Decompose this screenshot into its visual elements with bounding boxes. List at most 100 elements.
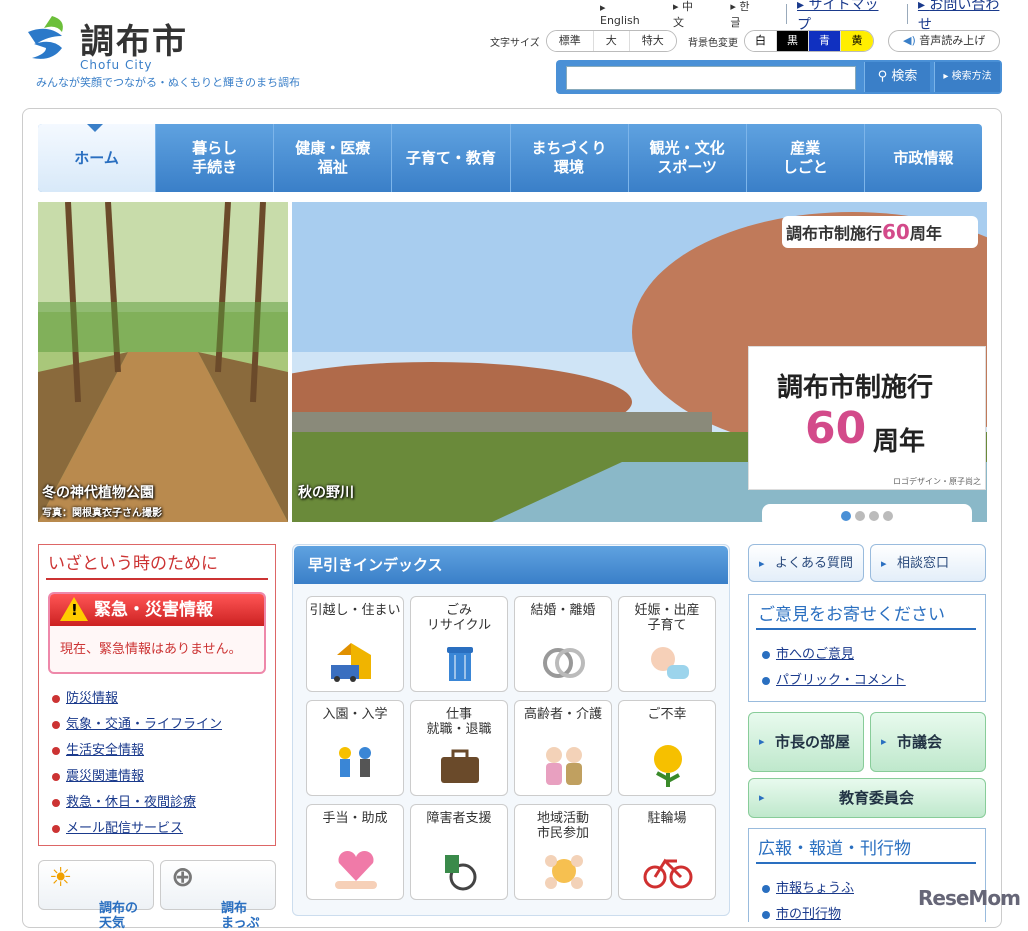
heart-hands-icon — [335, 850, 377, 889]
font-size-control: 文字サイズ 標準 大 特大 — [490, 30, 677, 52]
index-item-bicycle[interactable]: 駐輪場 — [618, 804, 716, 900]
index-item-work[interactable]: 仕事 就職・退職 — [410, 700, 508, 796]
index-item-moving[interactable]: 引越し・住まい — [306, 596, 404, 692]
anniversary-badge: 調布市制施行60周年 — [782, 216, 978, 248]
nav-industry[interactable]: 産業 しごと — [747, 124, 865, 192]
list-item[interactable]: 防災情報 — [52, 686, 222, 712]
search-input[interactable] — [566, 66, 856, 90]
contact-link[interactable]: ▸ お問い合わせ — [918, 0, 1016, 34]
list-item[interactable]: 市の刊行物 — [762, 902, 854, 928]
index-item-allowance[interactable]: 手当・助成 — [306, 804, 404, 900]
quick-index-title: 早引きインデックス — [294, 546, 728, 584]
map-button[interactable]: ⊕ 調布 まっぷ — [160, 860, 276, 931]
list-item[interactable]: パブリック・コメント — [762, 668, 906, 694]
watermark: ReseMom — [918, 886, 1021, 910]
font-size-xlarge-button[interactable]: 特大 — [629, 31, 676, 51]
index-item-disability[interactable]: 障害者支援 — [410, 804, 508, 900]
carousel-dot[interactable] — [869, 511, 879, 521]
weather-button[interactable]: ☀ 調布の 天気 — [38, 860, 154, 931]
divider — [46, 578, 268, 580]
tagline: みんなが笑顔でつながる・ぬくもりと輝きのまち調布 — [36, 76, 300, 89]
top-links: ▸ English ▸ 中文 ▸ 한글 ▸ サイトマップ ▸ お問い合わせ — [600, 0, 1028, 33]
nav-active-indicator — [87, 124, 103, 132]
emergency-section-title: いざという時のために — [48, 554, 218, 574]
bg-color-segment: 白 黒 青 黄 — [744, 30, 874, 52]
index-item-school[interactable]: 入園・入学 — [306, 700, 404, 796]
emergency-links: 防災情報 気象・交通・ライフライン 生活安全情報 震災関連情報 救急・休日・夜間… — [52, 686, 222, 842]
bg-black-button[interactable]: 黒 — [777, 31, 809, 51]
chrysanthemum-icon — [654, 745, 682, 787]
index-item-funeral[interactable]: ご不幸 — [618, 700, 716, 796]
nav-government[interactable]: 市政情報 — [865, 124, 982, 192]
search-method-button[interactable]: ▸ 検索方法 — [934, 62, 1000, 92]
city-council-button[interactable]: 市議会 — [870, 712, 986, 772]
list-item[interactable]: 生活安全情報 — [52, 738, 222, 764]
list-item[interactable]: 気象・交通・ライフライン — [52, 712, 222, 738]
nav-living[interactable]: 暮らし 手続き — [156, 124, 275, 192]
index-item-elderly[interactable]: 高齢者・介護 — [514, 700, 612, 796]
index-item-community[interactable]: 地域活動 市民参加 — [514, 804, 612, 900]
sun-cloud-icon: ☀ — [49, 863, 73, 893]
font-size-label: 文字サイズ — [490, 37, 540, 49]
wheelchair-icon — [445, 855, 477, 891]
index-item-pregnancy[interactable]: 妊娠・出産 子育て — [618, 596, 716, 692]
opinion-title: ご意見をお寄せください — [758, 605, 945, 625]
park-photo — [38, 202, 288, 522]
sitemap-link[interactable]: ▸ サイトマップ — [797, 0, 895, 34]
bg-color-control: 背景色変更 白 黒 青 黄 — [688, 30, 874, 52]
bg-blue-button[interactable]: 青 — [809, 31, 841, 51]
house-truck-icon — [331, 643, 371, 682]
lang-english-link[interactable]: ▸ English — [600, 1, 657, 27]
education-board-button[interactable]: 教育委員会 — [748, 778, 986, 818]
list-item[interactable]: 市へのご意見 — [762, 642, 906, 668]
list-item[interactable]: 救急・休日・夜間診療 — [52, 790, 222, 816]
site-romaji: Chofu City — [80, 58, 153, 72]
faq-button[interactable]: よくある質問 — [748, 544, 864, 583]
carousel-dot[interactable] — [883, 511, 893, 521]
mayor-room-button[interactable]: 市長の部屋 — [748, 712, 864, 772]
font-size-normal-button[interactable]: 標準 — [546, 31, 594, 51]
list-item[interactable]: メール配信サービス — [52, 816, 222, 842]
anniversary-big-number: 60 — [805, 403, 867, 454]
rings-icon — [543, 648, 585, 678]
divider — [907, 4, 908, 24]
bg-yellow-button[interactable]: 黄 — [841, 31, 873, 51]
carousel-dot[interactable] — [855, 511, 865, 521]
anniversary-title: 調布市制施行 — [777, 373, 934, 403]
city-logo-icon[interactable] — [22, 10, 82, 62]
divider — [786, 4, 788, 24]
banner-left[interactable]: 冬の神代植物公園 写真：関根真衣子さん撮影 — [38, 202, 288, 522]
lang-chinese-link[interactable]: ▸ 中文 — [673, 0, 714, 30]
anniversary-credit: ロゴデザイン・原子尚之 — [893, 477, 981, 486]
banner-main-caption: 秋の野川 — [298, 485, 354, 501]
nav-tourism[interactable]: 観光・文化 スポーツ — [629, 124, 747, 192]
index-item-marriage[interactable]: 結婚・離婚 — [514, 596, 612, 692]
bicycle-icon — [643, 858, 693, 889]
nav-health[interactable]: 健康・医療 福祉 — [274, 124, 393, 192]
nav-home[interactable]: ホーム — [38, 124, 157, 192]
nav-town[interactable]: まちづくり 環境 — [511, 124, 629, 192]
carousel-dots — [762, 504, 972, 528]
anniversary-panel[interactable]: 調布市制施行 60 周年 ロゴデザイン・原子尚之 — [748, 346, 986, 490]
banner-left-caption: 冬の神代植物公園 — [42, 485, 154, 501]
pr-links: 市報ちょうふ 市の刊行物 — [762, 876, 854, 928]
voice-reader-button[interactable]: ◀) 音声読み上げ — [888, 30, 1000, 52]
consultation-button[interactable]: 相談窓口 — [870, 544, 986, 583]
emergency-head[interactable]: ! 緊急・災害情報 — [50, 594, 264, 626]
nav-childcare[interactable]: 子育て・教育 — [392, 124, 511, 192]
list-item[interactable]: 市報ちょうふ — [762, 876, 854, 902]
bg-white-button[interactable]: 白 — [745, 31, 777, 51]
search-icon: ⚲ — [877, 69, 888, 84]
carousel-dot[interactable] — [841, 511, 851, 521]
warning-mark: ! — [71, 601, 78, 619]
trash-can-icon — [447, 647, 473, 681]
compass-icon: ⊕ — [171, 860, 195, 893]
lang-korean-link[interactable]: ▸ 한글 — [730, 0, 770, 30]
divider — [756, 862, 976, 864]
index-item-garbage[interactable]: ごみ リサイクル — [410, 596, 508, 692]
list-item[interactable]: 震災関連情報 — [52, 764, 222, 790]
font-size-large-button[interactable]: 大 — [593, 31, 630, 51]
site-name[interactable]: 調布市 — [80, 14, 188, 63]
search-button[interactable]: ⚲ 検索 — [864, 62, 930, 92]
pr-title: 広報・報道・刊行物 — [758, 839, 911, 859]
